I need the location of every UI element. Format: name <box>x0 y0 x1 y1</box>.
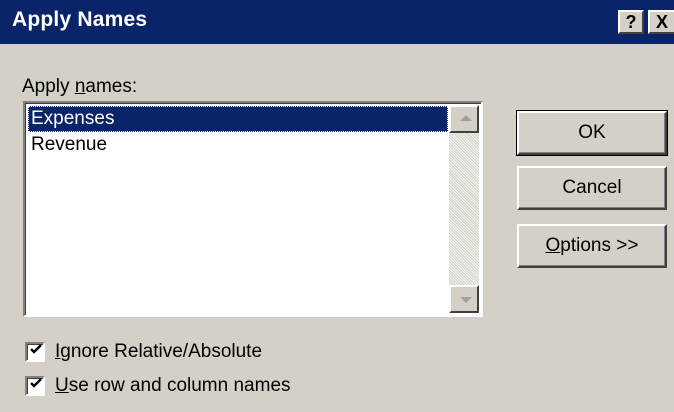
apply-names-label-part: Apply <box>22 76 75 97</box>
use-row-column-names-label: Use row and column names <box>55 373 291 399</box>
use-row-column-names-text: se row and column names <box>68 375 291 396</box>
names-listbox[interactable]: Expenses Revenue <box>23 101 483 317</box>
ok-button[interactable]: OK <box>516 110 668 156</box>
list-item-revenue[interactable]: Revenue <box>28 132 448 158</box>
use-row-column-names-checkbox[interactable] <box>25 376 45 396</box>
apply-names-label-part: ames: <box>85 76 138 97</box>
scroll-up-button[interactable] <box>449 105 479 133</box>
close-icon: X <box>655 12 668 32</box>
use-row-column-names-accel: U <box>55 375 69 396</box>
close-button[interactable]: X <box>648 10 674 34</box>
ignore-relative-absolute-checkbox[interactable] <box>25 342 45 362</box>
vertical-scrollbar[interactable] <box>449 105 479 313</box>
dialog-title: Apply Names <box>12 8 148 31</box>
ignore-relative-absolute-text: gnore Relative/Absolute <box>60 341 263 362</box>
options-button-label: ptions >> <box>560 235 639 256</box>
names-list: Expenses Revenue <box>28 106 448 158</box>
options-button[interactable]: Options >> <box>517 224 667 268</box>
checkmark-icon <box>30 378 42 388</box>
chevron-up-icon <box>460 115 472 121</box>
apply-names-label: Apply names: <box>22 76 137 98</box>
help-button[interactable]: ? <box>618 10 644 34</box>
ignore-relative-absolute-label: Ignore Relative/Absolute <box>55 339 262 365</box>
chevron-down-icon <box>460 297 472 303</box>
cancel-button[interactable]: Cancel <box>517 166 667 210</box>
list-item-expenses[interactable]: Expenses <box>28 106 448 132</box>
apply-names-label-accel: n <box>74 76 86 97</box>
title-bar: Apply Names ? X <box>0 0 674 44</box>
checkmark-icon <box>30 344 42 354</box>
help-icon: ? <box>625 12 637 32</box>
scroll-down-button[interactable] <box>449 285 479 313</box>
options-button-accel: O <box>545 235 561 256</box>
